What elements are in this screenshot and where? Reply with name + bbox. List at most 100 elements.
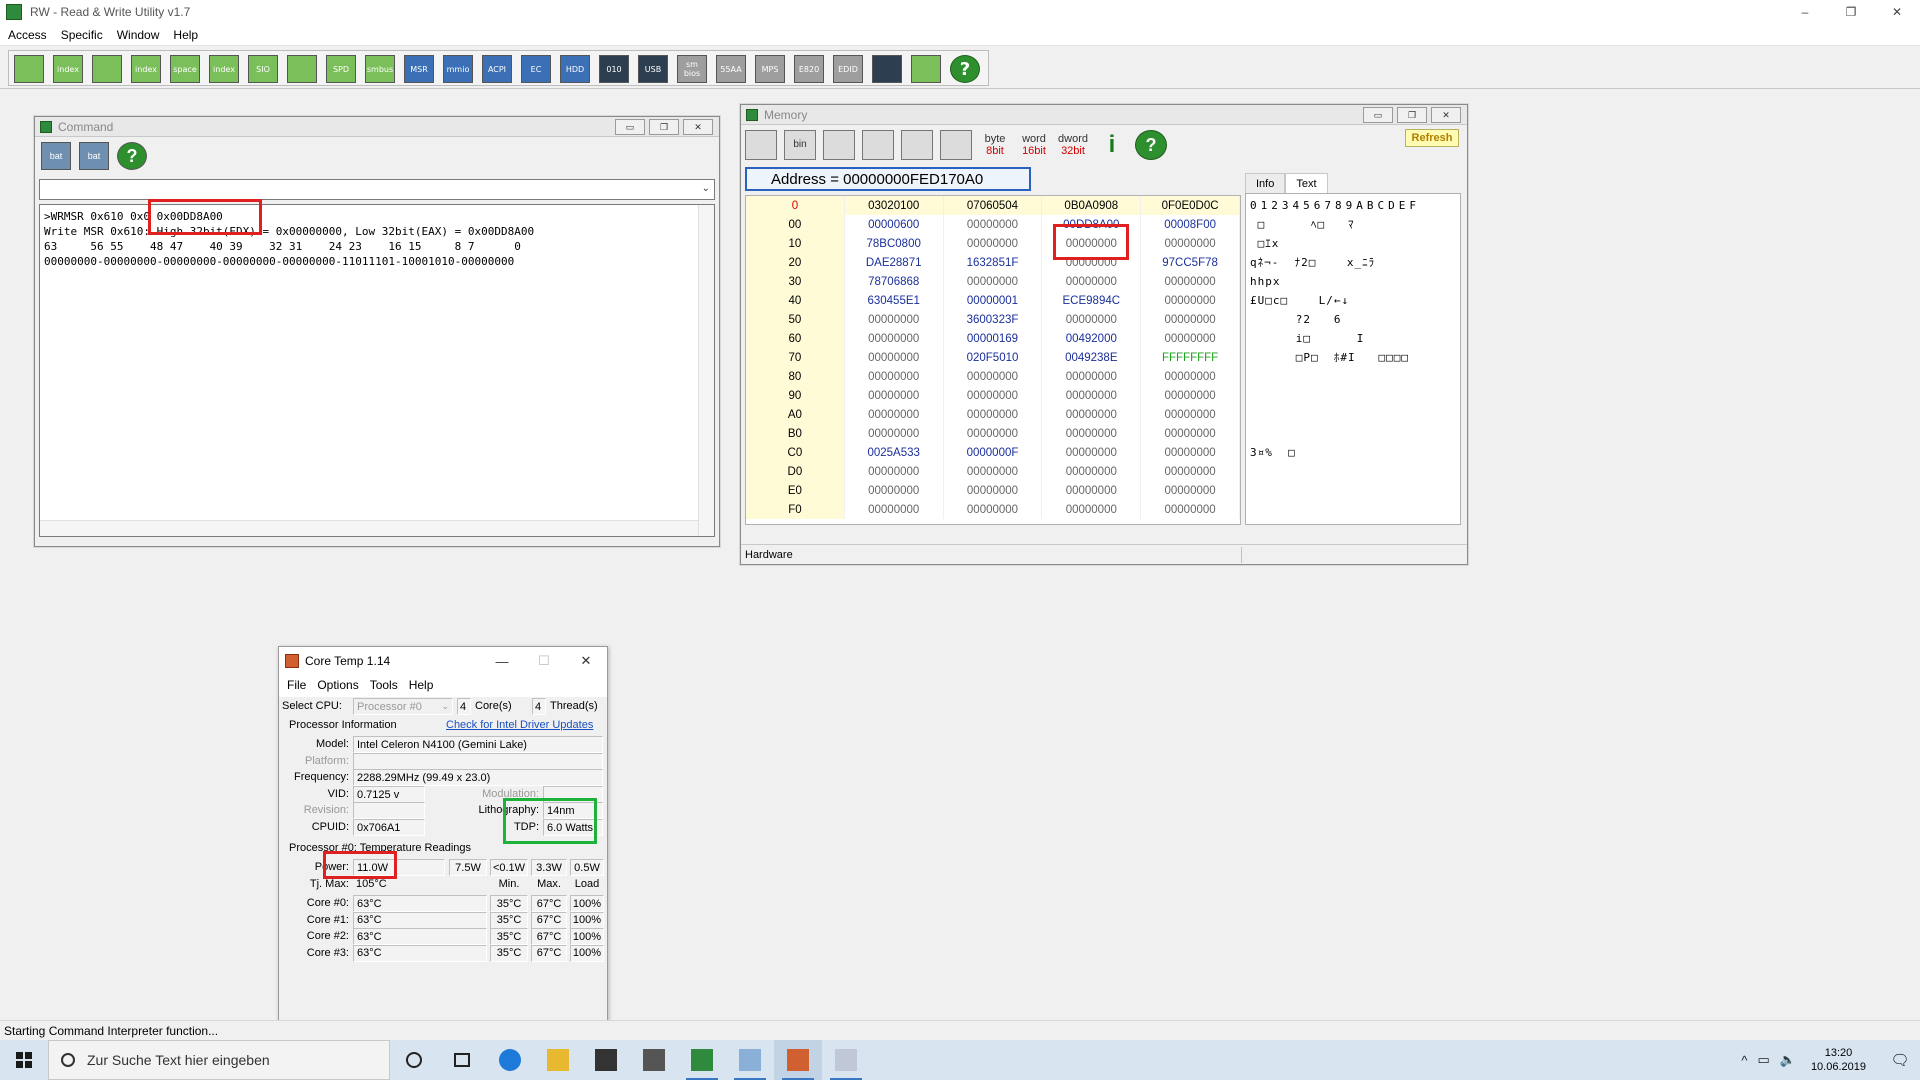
cortana-icon[interactable]: [390, 1040, 438, 1080]
binary-button[interactable]: 010: [596, 53, 632, 85]
dword-32bit-button[interactable]: dword 32bit: [1057, 130, 1089, 160]
menu-file[interactable]: File: [287, 678, 306, 692]
load-batch-icon[interactable]: bat: [41, 142, 71, 170]
command-window-titlebar[interactable]: Command ▭ ❐ ✕: [35, 117, 719, 137]
smbios-button[interactable]: sm bios: [674, 53, 710, 85]
clock[interactable]: 13:20 10.06.2019: [1811, 1046, 1866, 1074]
notification-icon[interactable]: 🗨: [1880, 1040, 1920, 1080]
index-button[interactable]: index: [50, 53, 86, 85]
55aa-button[interactable]: 55AA: [713, 53, 749, 85]
select-cpu-dropdown[interactable]: Processor #0 ⌄: [353, 698, 453, 715]
mail-icon[interactable]: [630, 1040, 678, 1080]
io-space-button[interactable]: space: [167, 53, 203, 85]
find-icon[interactable]: [901, 130, 933, 160]
refresh-button[interactable]: Refresh: [1405, 129, 1459, 147]
disk-button[interactable]: HDD: [557, 53, 593, 85]
app-taskbar-icon[interactable]: [726, 1040, 774, 1080]
help-icon[interactable]: ?: [117, 142, 147, 170]
memory-window-titlebar[interactable]: Memory ▭ ❐ ✕: [741, 105, 1467, 125]
mmio-button[interactable]: mmio: [440, 53, 476, 85]
acpi-icon: ACPI: [482, 55, 512, 83]
io-index-button[interactable]: index: [206, 53, 242, 85]
driver-updates-link[interactable]: Check for Intel Driver Updates: [446, 719, 593, 731]
menu-access[interactable]: Access: [8, 28, 47, 42]
battery-button[interactable]: [908, 53, 944, 85]
minimize-button[interactable]: ▭: [615, 119, 645, 135]
save-icon[interactable]: [745, 130, 777, 160]
mps-button[interactable]: MPS: [752, 53, 788, 85]
index-memory-button[interactable]: index: [128, 53, 164, 85]
coretemp-titlebar[interactable]: Core Temp 1.14 — ☐ ✕: [279, 647, 607, 675]
monitor-button[interactable]: [869, 53, 905, 85]
help-icon[interactable]: ?: [1135, 130, 1167, 160]
store-icon[interactable]: [582, 1040, 630, 1080]
restore-button[interactable]: ❐: [1828, 0, 1874, 24]
rw-utility-taskbar-icon[interactable]: [678, 1040, 726, 1080]
menu-help[interactable]: Help: [173, 28, 198, 42]
info-icon[interactable]: i: [1096, 130, 1128, 160]
edid-button[interactable]: EDID: [830, 53, 866, 85]
command-input[interactable]: ⌄: [39, 179, 715, 200]
word-16bit-button[interactable]: word 16bit: [1018, 130, 1050, 160]
menu-specific[interactable]: Specific: [61, 28, 103, 42]
memory-row: 40 630455E1 00000001 ECE9894C 00000000: [746, 291, 1240, 310]
oscilloscope-button[interactable]: [284, 53, 320, 85]
memory-row-offset: 80: [746, 367, 845, 386]
minimize-button[interactable]: –: [1782, 0, 1828, 24]
horizontal-scrollbar[interactable]: [40, 520, 698, 536]
platform-value: [353, 753, 603, 770]
file-explorer-icon[interactable]: [534, 1040, 582, 1080]
pci-button[interactable]: [11, 53, 47, 85]
tab-text[interactable]: Text: [1285, 173, 1328, 193]
start-button[interactable]: [0, 1040, 48, 1080]
byte-8bit-button[interactable]: byte 8bit: [979, 130, 1011, 160]
spd-button[interactable]: SPD: [323, 53, 359, 85]
memory-grid[interactable]: 0 03020100 07060504 0B0A0908 0F0E0D0C 00 00000…: [745, 195, 1241, 525]
memory-text-pane[interactable]: 0123456789ABCDEF □ ﾍ□ ﾏ □ｴx qﾈ¬- ﾅ2□ x_ﾆﾗ…: [1245, 193, 1461, 525]
tray-overflow-icon[interactable]: ^: [1741, 1053, 1747, 1068]
memory-row-offset: 20: [746, 253, 845, 272]
close-button[interactable]: ✕: [565, 647, 607, 675]
help-button[interactable]: ?: [947, 53, 983, 85]
memory-cell: 00492000: [1042, 329, 1142, 348]
sio-button[interactable]: SIO: [245, 53, 281, 85]
task-view-icon[interactable]: [438, 1040, 486, 1080]
usb-button[interactable]: USB: [635, 53, 671, 85]
menu-help[interactable]: Help: [409, 678, 434, 692]
taskbar-search[interactable]: Zur Suche Text hier eingeben: [48, 1040, 390, 1080]
minimize-button[interactable]: —: [481, 647, 523, 675]
chevron-down-icon[interactable]: ⌄: [702, 183, 710, 194]
close-button[interactable]: ✕: [1874, 0, 1920, 24]
command-output[interactable]: >WRMSR 0x610 0x0 0x00DD8A00 Write MSR 0x…: [39, 199, 715, 537]
msr-button[interactable]: MSR: [401, 53, 437, 85]
index-icon: index: [53, 55, 83, 83]
volume-icon[interactable]: 🔈: [1780, 1052, 1796, 1068]
paint-taskbar-icon[interactable]: [822, 1040, 870, 1080]
menu-tools[interactable]: Tools: [370, 678, 398, 692]
close-button[interactable]: ✕: [1431, 107, 1461, 123]
save-batch-icon[interactable]: bat: [79, 142, 109, 170]
acpi-button[interactable]: ACPI: [479, 53, 515, 85]
network-icon[interactable]: ▭: [1757, 1052, 1769, 1068]
coretemp-taskbar-icon[interactable]: [774, 1040, 822, 1080]
maximize-button[interactable]: ☐: [523, 647, 565, 675]
restore-button[interactable]: ❐: [1397, 107, 1427, 123]
address-field[interactable]: Address = 00000000FED170A0: [745, 167, 1031, 191]
smbus-button[interactable]: smbus: [362, 53, 398, 85]
close-button[interactable]: ✕: [683, 119, 713, 135]
paste-icon[interactable]: [862, 130, 894, 160]
bin-icon[interactable]: bin: [784, 130, 816, 160]
memory-row-offset: 10: [746, 234, 845, 253]
ec-button[interactable]: EC: [518, 53, 554, 85]
copy-icon[interactable]: [823, 130, 855, 160]
vertical-scrollbar[interactable]: [698, 205, 714, 536]
menu-options[interactable]: Options: [317, 678, 358, 692]
memory-button[interactable]: [89, 53, 125, 85]
minimize-button[interactable]: ▭: [1363, 107, 1393, 123]
tab-info[interactable]: Info: [1245, 173, 1286, 193]
menu-window[interactable]: Window: [117, 28, 160, 42]
edit-icon[interactable]: [940, 130, 972, 160]
e820-button[interactable]: E820: [791, 53, 827, 85]
edge-icon[interactable]: [486, 1040, 534, 1080]
restore-button[interactable]: ❐: [649, 119, 679, 135]
